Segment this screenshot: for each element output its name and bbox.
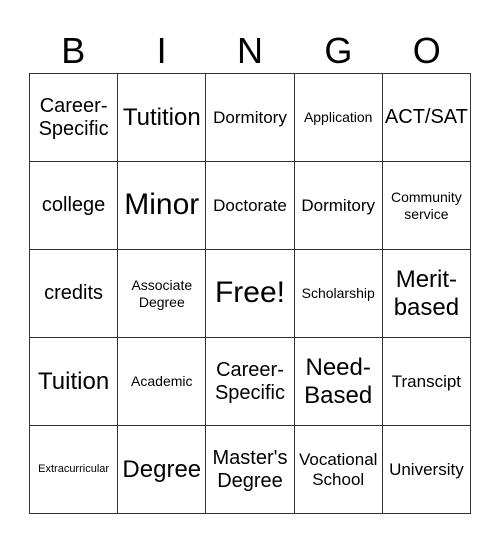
bingo-cell[interactable]: credits [30, 250, 119, 338]
cell-label: Scholarship [301, 285, 375, 302]
bingo-cell[interactable]: Tuition [30, 338, 119, 426]
header-letter-i: I [156, 30, 167, 71]
bingo-cell[interactable]: Minor [118, 162, 207, 250]
cell-label: Degree [122, 455, 202, 483]
bingo-cell[interactable]: Application [294, 74, 383, 162]
cell-label: Master's Degree [212, 446, 288, 492]
cell-label: Dormitory [301, 195, 376, 215]
bingo-cell[interactable]: Merit- based [382, 250, 471, 338]
bingo-header: B I N G O [29, 28, 471, 73]
cell-label: college [41, 194, 106, 216]
cell-label: credits [44, 282, 104, 304]
bingo-cell[interactable]: Vocational School [294, 426, 383, 514]
cell-label: Career- Specific [214, 358, 285, 404]
cell-label: Merit- based [393, 265, 460, 321]
cell-label: Extracurricular [38, 463, 110, 476]
header-letter-o: O [412, 30, 441, 71]
bingo-cell[interactable]: Career- Specific [30, 74, 119, 162]
cell-label: Free! [214, 276, 285, 310]
cell-label: Doctorate [213, 195, 287, 215]
header-letter-n: N [236, 30, 263, 71]
bingo-cell[interactable]: Academic [118, 338, 207, 426]
cell-label: University [389, 459, 464, 479]
bingo-cell[interactable]: Associate Degree [118, 250, 207, 338]
bingo-cell[interactable]: Extracurricular [30, 426, 119, 514]
bingo-cell[interactable]: Scholarship [294, 250, 383, 338]
bingo-cell[interactable]: Doctorate [206, 162, 295, 250]
bingo-cell[interactable]: Master's Degree [206, 426, 295, 514]
bingo-cell[interactable]: Dormitory [206, 74, 295, 162]
bingo-cell[interactable]: Tutition [118, 74, 207, 162]
cell-label: Tuition [38, 367, 110, 395]
cell-label: Associate Degree [131, 277, 193, 310]
bingo-cell[interactable]: Community service [382, 162, 471, 250]
header-letter-g: G [324, 30, 353, 71]
cell-label: ACT/SAT [384, 106, 468, 128]
bingo-cell[interactable]: Degree [118, 426, 207, 514]
bingo-cell[interactable]: Career- Specific [206, 338, 295, 426]
free-space-cell[interactable]: Free! [206, 250, 295, 338]
cell-label: Community service [390, 189, 462, 222]
header-letter-b: B [61, 30, 86, 71]
bingo-cell[interactable]: Transcipt [382, 338, 471, 426]
cell-label: Transcipt [391, 371, 462, 391]
cell-label: Academic [131, 373, 193, 390]
cell-label: Vocational School [298, 449, 378, 489]
cell-label: Application [303, 109, 373, 126]
bingo-cell[interactable]: ACT/SAT [382, 74, 471, 162]
bingo-cell[interactable]: college [30, 162, 119, 250]
cell-label: Need- Based [304, 353, 373, 409]
cell-label: Tutition [122, 103, 201, 131]
cell-label: Minor [124, 188, 200, 222]
cell-label: Career- Specific [38, 94, 109, 140]
bingo-board: Career- Specific Tutition Dormitory Applica… [29, 73, 471, 514]
cell-label: Dormitory [213, 107, 287, 127]
bingo-cell[interactable]: Need- Based [294, 338, 383, 426]
bingo-cell[interactable]: University [382, 426, 471, 514]
bingo-cell[interactable]: Dormitory [294, 162, 383, 250]
